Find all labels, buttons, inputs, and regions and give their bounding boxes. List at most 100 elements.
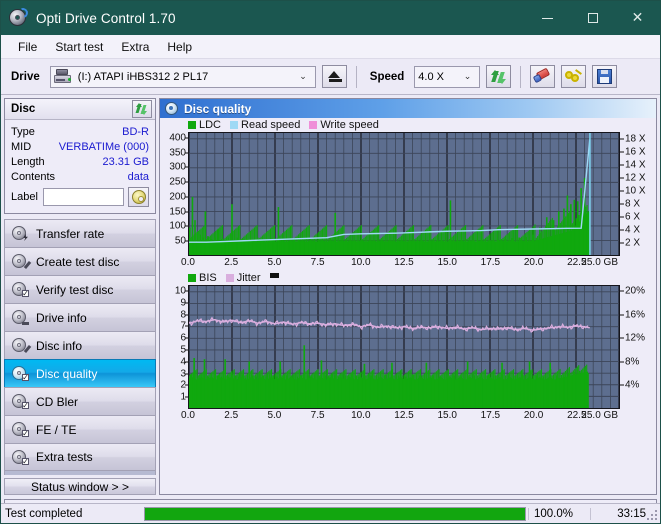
chevron-down-icon: ⌄ bbox=[463, 71, 472, 81]
legend-entry-jitter: Jitter bbox=[225, 272, 261, 284]
erase-button[interactable] bbox=[530, 65, 556, 88]
chart-ldc-legend: LDC Read speed Write speed bbox=[160, 118, 656, 132]
x-tick-label: 5.0 bbox=[267, 257, 282, 268]
sidebar-item-verify-test-disc[interactable]: ✓ Verify test disc bbox=[4, 275, 156, 303]
sidebar-nav: Transfer rate Create test disc ✓ Verify … bbox=[4, 219, 156, 471]
disc-bler-icon: ✓ bbox=[12, 394, 29, 410]
drive-select[interactable]: (I:) ATAPI iHBS312 2 PL17 ⌄ bbox=[49, 65, 316, 88]
toolbar-divider-1 bbox=[355, 65, 357, 88]
chart-ldc: LDC Read speed Write speed 400 350 300 250 2… bbox=[160, 118, 656, 271]
progress-fill bbox=[145, 507, 525, 520]
chart-bis-plot[interactable] bbox=[188, 285, 620, 409]
refresh-icon bbox=[135, 103, 148, 115]
y2-tick-label: 8% bbox=[625, 356, 640, 368]
disc-refresh-button[interactable] bbox=[132, 100, 152, 118]
chart-bis: BIS Jitter 10 9 8 7 6 5 4 3 2 1 20% 16% 12% 8% 4% bbox=[160, 271, 656, 424]
legend-marker-black bbox=[269, 273, 279, 278]
x-tick-label: 2.5 bbox=[224, 257, 239, 268]
chart-ldc-plot[interactable] bbox=[188, 132, 620, 256]
x-tick-label: 22.5 bbox=[567, 257, 587, 268]
chevron-down-icon: ⌄ bbox=[299, 71, 307, 81]
progress-percent: 100.0% bbox=[528, 507, 590, 520]
sidebar-item-disc-quality[interactable]: ✓ Disc quality bbox=[4, 359, 156, 387]
sidebar-item-label: Create test disc bbox=[36, 254, 120, 269]
speed-select[interactable]: 4.0 X ⌄ bbox=[414, 65, 481, 88]
disc-panel-header: Disc bbox=[5, 99, 155, 120]
disc-panel-title: Disc bbox=[11, 103, 36, 115]
disc-check-icon: ✓ bbox=[12, 282, 29, 298]
sidebar-item-drive-info[interactable]: Drive info bbox=[4, 303, 156, 331]
resize-grip-icon[interactable] bbox=[647, 510, 658, 521]
y-tick-label: 250 bbox=[169, 176, 186, 188]
app-disc-icon bbox=[8, 6, 30, 28]
disc-row-value: BD-R bbox=[122, 125, 149, 138]
chart-ldc-y-axis: 400 350 300 250 200 150 100 50 bbox=[160, 132, 188, 256]
save-button[interactable] bbox=[592, 65, 618, 88]
minimize-button[interactable] bbox=[525, 1, 570, 35]
close-button[interactable]: ✕ bbox=[615, 1, 660, 35]
maximize-button[interactable] bbox=[570, 1, 615, 35]
disc-label-apply-button[interactable] bbox=[128, 187, 149, 207]
y-tick-label: 400 bbox=[169, 132, 186, 144]
menu-extra[interactable]: Extra bbox=[112, 37, 158, 57]
sidebar-item-create-test-disc[interactable]: Create test disc bbox=[4, 247, 156, 275]
sidebar-item-disc-info[interactable]: Disc info bbox=[4, 331, 156, 359]
refresh-button[interactable] bbox=[486, 65, 512, 88]
close-icon: ✕ bbox=[631, 10, 644, 26]
legend-label: BIS bbox=[199, 272, 217, 284]
menu-file[interactable]: File bbox=[9, 37, 46, 57]
menu-start-test[interactable]: Start test bbox=[46, 37, 112, 57]
disc-bar-icon bbox=[12, 310, 29, 325]
y2-tick-label: 10 X bbox=[625, 185, 646, 197]
sidebar-spacer bbox=[4, 471, 156, 475]
x-tick-label: 15.0 bbox=[437, 410, 457, 421]
chart-ldc-x-axis: 25.0 GB 0.0 2.5 5.0 7.5 10.0 12.5 15.0 17.5 20.0… bbox=[181, 256, 620, 271]
x-tick-label: 20.0 bbox=[523, 257, 544, 268]
sidebar-item-label: Extra tests bbox=[36, 450, 93, 464]
window-title: Opti Drive Control 1.70 bbox=[36, 10, 176, 26]
drive-label: Drive bbox=[11, 70, 40, 83]
keys-button[interactable] bbox=[561, 65, 587, 88]
chart-bis-legend: BIS Jitter bbox=[160, 271, 656, 285]
x-tick-label: 10.0 bbox=[351, 410, 371, 421]
legend-label: Read speed bbox=[241, 119, 301, 131]
chart-bis-x-axis: 25.0 GB 0.0 2.5 5.0 7.5 10.0 12.5 15.0 17.5 20.0… bbox=[181, 409, 620, 424]
disc-label-input[interactable] bbox=[42, 188, 124, 206]
y2-tick-label: 12% bbox=[625, 332, 646, 344]
charts-container: LDC Read speed Write speed 400 350 300 250 2… bbox=[160, 118, 656, 494]
keys-icon bbox=[565, 68, 583, 84]
y2-tick-mark bbox=[620, 164, 624, 166]
menu-help[interactable]: Help bbox=[158, 37, 201, 57]
chart-bis-plotrow: 10 9 8 7 6 5 4 3 2 1 20% 16% 12% 8% 4% bbox=[160, 285, 656, 409]
chart-bis-x-unit: 25.0 GB bbox=[581, 410, 618, 421]
disc-info-panel: Disc Type BD-R MID VERBATIMe (000) Lengt… bbox=[4, 98, 156, 214]
toolbar: Drive (I:) ATAPI iHBS312 2 PL17 ⌄ Speed … bbox=[1, 59, 660, 95]
toolbar-divider-2 bbox=[520, 65, 522, 88]
drive-icon bbox=[53, 69, 72, 84]
y2-tick-label: 20% bbox=[625, 285, 646, 297]
y2-tick-label: 6 X bbox=[625, 211, 641, 223]
disc-quality-icon bbox=[165, 102, 178, 115]
y2-tick-label: 2 X bbox=[625, 237, 641, 249]
y2-tick-mark bbox=[620, 177, 624, 179]
sidebar-item-fe-te[interactable]: ✓ FE / TE bbox=[4, 415, 156, 443]
disc-row-value: VERBATIMe (000) bbox=[58, 140, 149, 153]
y2-tick-label: 16% bbox=[625, 309, 646, 321]
chart-ldc-x-unit: 25.0 GB bbox=[581, 257, 618, 268]
disc-row-key: MID bbox=[11, 140, 32, 153]
y2-tick-mark bbox=[620, 361, 624, 363]
sidebar-item-cd-bler[interactable]: ✓ CD Bler bbox=[4, 387, 156, 415]
sidebar-item-label: Transfer rate bbox=[36, 226, 105, 241]
status-window-button[interactable]: Status window > > bbox=[4, 478, 156, 495]
legend-swatch bbox=[225, 274, 234, 282]
progress-bar bbox=[144, 506, 526, 521]
sidebar-item-label: Disc quality bbox=[36, 366, 98, 381]
drive-select-value: (I:) ATAPI iHBS312 2 PL17 bbox=[77, 70, 209, 83]
sidebar-item-extra-tests[interactable]: ✓ Extra tests bbox=[4, 443, 156, 471]
chart-ldc-plotrow: 400 350 300 250 200 150 100 50 18 X 16 X 14 X 12 X… bbox=[160, 132, 656, 256]
chart-ldc-y2-axis: 18 X 16 X 14 X 12 X 10 X8 X6 X4 X2 X bbox=[620, 132, 656, 256]
y2-tick-mark bbox=[620, 151, 624, 153]
eject-button[interactable] bbox=[321, 65, 347, 88]
sidebar-item-transfer-rate[interactable]: Transfer rate bbox=[4, 219, 156, 247]
x-tick-label: 15.0 bbox=[437, 257, 457, 268]
